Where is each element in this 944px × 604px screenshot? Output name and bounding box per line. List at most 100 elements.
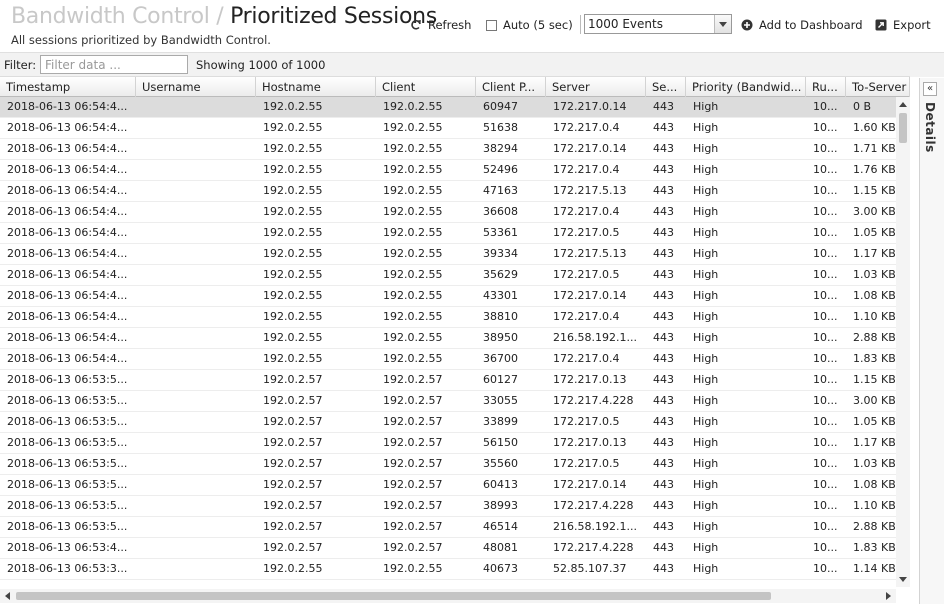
column-header-to-server[interactable]: To-Server xyxy=(846,77,910,97)
horizontal-scrollbar[interactable] xyxy=(0,589,896,603)
table-row[interactable]: 2018-06-13 06:54:4... 192.0.2.55 192.0.2.5… xyxy=(0,244,896,265)
cell-client-port: 52496 xyxy=(483,163,518,176)
cell-hostname: 192.0.2.55 xyxy=(263,562,323,575)
cell-client-port: 38294 xyxy=(483,142,518,155)
breadcrumb-page: Prioritized Sessions xyxy=(230,4,437,29)
column-header-server-port[interactable]: Se... xyxy=(646,77,686,97)
auto-refresh-checkbox[interactable] xyxy=(486,19,497,31)
cell-server-port: 443 xyxy=(653,478,674,491)
cell-username xyxy=(136,328,256,348)
chevron-down-icon[interactable] xyxy=(714,15,731,33)
table-row[interactable]: 2018-06-13 06:53:5... 192.0.2.57 192.0.2.5… xyxy=(0,517,896,538)
table-row[interactable]: 2018-06-13 06:54:4... 192.0.2.55 192.0.2.5… xyxy=(0,265,896,286)
vertical-scrollbar[interactable] xyxy=(896,97,910,587)
column-header-server[interactable]: Server xyxy=(546,77,646,97)
scroll-down-icon[interactable] xyxy=(899,577,907,582)
cell-timestamp: 2018-06-13 06:53:5... xyxy=(7,457,128,470)
cell-client: 192.0.2.57 xyxy=(383,436,443,449)
cell-client: 192.0.2.57 xyxy=(383,499,443,512)
details-panel[interactable]: « Details xyxy=(919,78,944,604)
column-header-timestamp[interactable]: Timestamp xyxy=(0,77,136,97)
export-label: Export xyxy=(893,18,931,32)
table-row[interactable]: 2018-06-13 06:54:4... 192.0.2.55 192.0.2.5… xyxy=(0,97,896,118)
table-row[interactable]: 2018-06-13 06:53:5... 192.0.2.57 192.0.2.5… xyxy=(0,475,896,496)
column-header-username[interactable]: Username xyxy=(136,77,256,97)
cell-rule: 10... xyxy=(813,478,838,491)
cell-client-port: 38810 xyxy=(483,310,518,323)
table-row[interactable]: 2018-06-13 06:53:5... 192.0.2.57 192.0.2.5… xyxy=(0,391,896,412)
scroll-up-icon[interactable] xyxy=(899,102,907,107)
auto-refresh-toggle[interactable]: Auto (5 sec) xyxy=(486,17,573,33)
table-row[interactable]: 2018-06-13 06:54:4... 192.0.2.55 192.0.2.5… xyxy=(0,139,896,160)
cell-hostname: 192.0.2.55 xyxy=(263,184,323,197)
filter-label: Filter: xyxy=(4,58,37,72)
table-row[interactable]: 2018-06-13 06:53:5... 192.0.2.57 192.0.2.5… xyxy=(0,433,896,454)
scroll-right-icon[interactable] xyxy=(886,592,891,600)
column-header-client[interactable]: Client xyxy=(376,77,476,97)
breadcrumb-app[interactable]: Bandwidth Control xyxy=(11,4,210,29)
add-to-dashboard-button[interactable]: Add to Dashboard xyxy=(741,17,863,33)
cell-server-port: 443 xyxy=(653,226,674,239)
table-row[interactable]: 2018-06-13 06:54:4... 192.0.2.55 192.0.2.5… xyxy=(0,223,896,244)
column-header-hostname[interactable]: Hostname xyxy=(256,77,376,97)
vertical-scroll-thumb[interactable] xyxy=(899,113,907,143)
cell-hostname: 192.0.2.57 xyxy=(263,520,323,533)
cell-timestamp: 2018-06-13 06:54:4... xyxy=(7,100,128,113)
cell-client: 192.0.2.55 xyxy=(383,352,443,365)
cell-client: 192.0.2.55 xyxy=(383,562,443,575)
cell-client-port: 38950 xyxy=(483,331,518,344)
table-row[interactable]: 2018-06-13 06:53:4... 192.0.2.57 192.0.2.5… xyxy=(0,538,896,559)
table-row[interactable]: 2018-06-13 06:54:4... 192.0.2.55 192.0.2.5… xyxy=(0,202,896,223)
table-row[interactable]: 2018-06-13 06:53:5... 192.0.2.57 192.0.2.5… xyxy=(0,412,896,433)
cell-rule: 10... xyxy=(813,205,838,218)
details-panel-label[interactable]: Details xyxy=(923,102,937,153)
table-row[interactable]: 2018-06-13 06:54:4... 192.0.2.55 192.0.2.5… xyxy=(0,118,896,139)
table-row[interactable]: 2018-06-13 06:53:3... 192.0.2.55 192.0.2.5… xyxy=(0,559,896,580)
table-row[interactable]: 2018-06-13 06:53:5... 192.0.2.57 192.0.2.5… xyxy=(0,454,896,475)
table-row[interactable]: 2018-06-13 06:54:4... 192.0.2.55 192.0.2.5… xyxy=(0,349,896,370)
cell-priority: High xyxy=(693,310,719,323)
table-row[interactable]: 2018-06-13 06:54:4... 192.0.2.55 192.0.2.5… xyxy=(0,307,896,328)
cell-client: 192.0.2.55 xyxy=(383,310,443,323)
cell-server-port: 443 xyxy=(653,268,674,281)
cell-timestamp: 2018-06-13 06:54:4... xyxy=(7,121,128,134)
table-row[interactable]: 2018-06-13 06:54:4... 192.0.2.55 192.0.2.5… xyxy=(0,160,896,181)
cell-client-port: 33055 xyxy=(483,394,518,407)
column-header-rule[interactable]: Ru... xyxy=(806,77,846,97)
table-row[interactable]: 2018-06-13 06:54:4... 192.0.2.55 192.0.2.5… xyxy=(0,286,896,307)
cell-to-server: 1.03 KB xyxy=(853,268,896,281)
table-row[interactable]: 2018-06-13 06:53:5... 192.0.2.57 192.0.2.5… xyxy=(0,496,896,517)
cell-timestamp: 2018-06-13 06:53:5... xyxy=(7,436,128,449)
cell-rule: 10... xyxy=(813,373,838,386)
cell-priority: High xyxy=(693,457,719,470)
events-select-value: 1000 Events xyxy=(588,17,663,31)
cell-to-server: 1.83 KB xyxy=(853,541,896,554)
column-header-client-port[interactable]: Client P... xyxy=(476,77,546,97)
cell-server-port: 443 xyxy=(653,436,674,449)
cell-to-server: 1.17 KB xyxy=(853,436,896,449)
cell-server: 172.217.0.4 xyxy=(553,205,620,218)
cell-priority: High xyxy=(693,415,719,428)
cell-priority: High xyxy=(693,205,719,218)
events-select[interactable]: 1000 Events xyxy=(584,14,732,34)
cell-hostname: 192.0.2.57 xyxy=(263,436,323,449)
collapse-details-button[interactable]: « xyxy=(923,82,937,96)
cell-to-server: 1.05 KB xyxy=(853,226,896,239)
refresh-button[interactable]: Refresh xyxy=(410,17,471,33)
cell-server-port: 443 xyxy=(653,373,674,386)
cell-username xyxy=(136,181,256,201)
cell-server-port: 443 xyxy=(653,499,674,512)
cell-client-port: 60127 xyxy=(483,373,518,386)
horizontal-scroll-thumb[interactable] xyxy=(16,592,771,600)
table-row[interactable]: 2018-06-13 06:53:5... 192.0.2.57 192.0.2.5… xyxy=(0,370,896,391)
filter-input[interactable] xyxy=(40,55,188,74)
scroll-left-icon[interactable] xyxy=(5,592,10,600)
table-row[interactable]: 2018-06-13 06:54:4... 192.0.2.55 192.0.2.5… xyxy=(0,181,896,202)
export-icon xyxy=(875,19,887,31)
cell-server: 172.217.0.14 xyxy=(553,100,627,113)
cell-rule: 10... xyxy=(813,541,838,554)
cell-client-port: 51638 xyxy=(483,121,518,134)
export-button[interactable]: Export xyxy=(875,17,931,33)
table-row[interactable]: 2018-06-13 06:54:4... 192.0.2.55 192.0.2.5… xyxy=(0,328,896,349)
column-header-priority[interactable]: Priority (Bandwid... xyxy=(686,77,806,97)
